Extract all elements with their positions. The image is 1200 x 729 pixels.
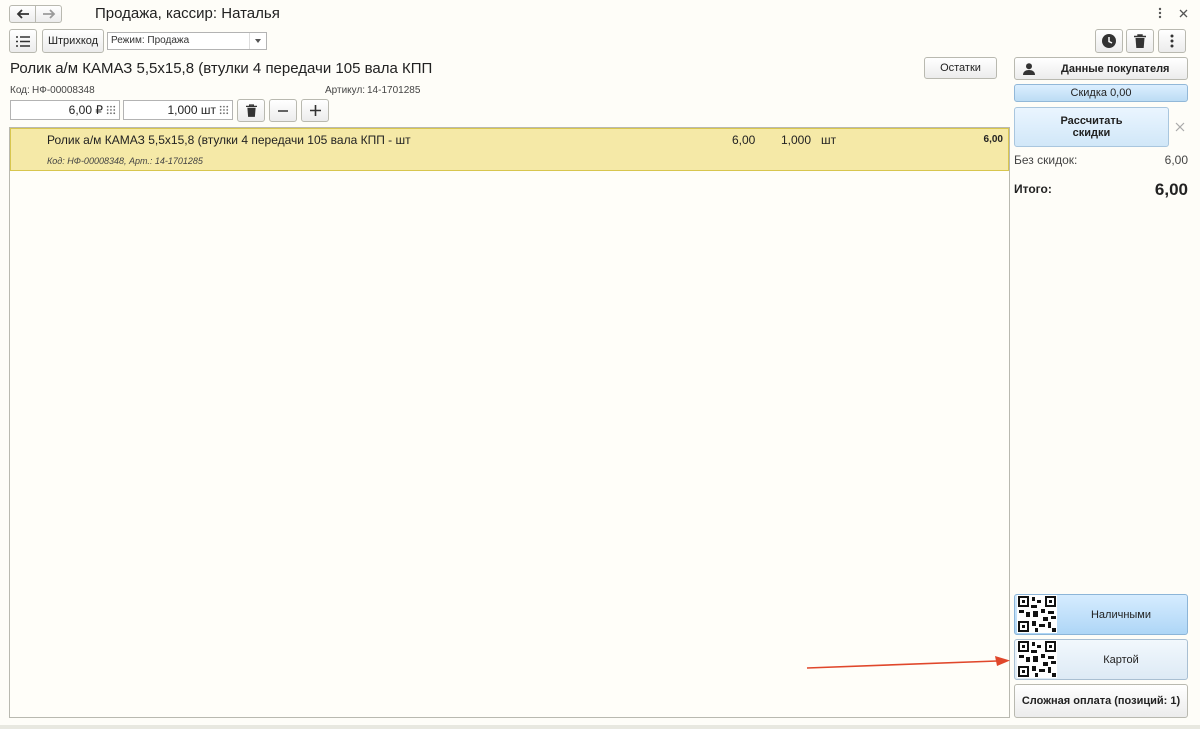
item-subtitle: Код: НФ-00008348, Арт.: 14-1701285 [47,156,203,166]
window-bottom-border [0,725,1200,729]
no-discount-value: 6,00 [1164,153,1188,167]
total-value: 6,00 [1154,180,1188,199]
quantity-input[interactable]: 1,000 шт [123,100,233,120]
discount-button[interactable]: Скидка 0,00 [1014,84,1188,102]
card-payment-label: Картой [1103,653,1139,666]
article-label: Артикул: [325,85,366,96]
forward-button[interactable] [35,5,62,23]
delete-receipt-button[interactable] [1126,29,1154,53]
arrow-right-icon [42,9,55,19]
cash-payment-label: Наличными [1090,608,1152,621]
stock-button[interactable]: Остатки [924,57,997,79]
table-row[interactable]: Ролик а/м КАМАЗ 5,5х15,8 (втулки 4 перед… [10,128,1009,171]
article-value: 14-1701285 [367,85,421,96]
calculate-discounts-line1: Рассчитать [1060,115,1123,127]
code-value: НФ-00008348 [32,85,95,96]
calculate-discounts-button[interactable]: Рассчитать скидки [1014,107,1169,147]
close-icon[interactable] [1176,6,1190,20]
quantity-value: 1,000 шт [167,103,217,117]
list-icon [16,35,30,47]
complex-payment-button[interactable]: Сложная оплата (позиций: 1) [1014,684,1188,718]
product-title: Ролик а/м КАМАЗ 5,5х15,8 (втулки 4 перед… [10,60,433,77]
back-button[interactable] [9,5,36,23]
more-actions-button[interactable] [1158,29,1186,53]
clear-discounts-icon[interactable] [1174,121,1186,133]
clock-icon [1102,34,1116,48]
mode-value: Режим: Продажа [111,35,190,46]
more-vertical-icon [1170,34,1174,48]
customer-data-label: Данные покупателя [1061,62,1170,75]
annotation-arrow [806,656,1010,669]
item-qty: 1,000 [781,133,812,147]
window-title: Продажа, кассир: Наталья [95,5,280,22]
more-menu-icon[interactable] [1154,6,1166,20]
price-value: 6,00 ₽ [68,103,103,117]
mode-select[interactable]: Режим: Продажа [107,32,267,50]
no-discount-label: Без скидок: [1014,153,1078,167]
total-label: Итого: [1014,182,1052,196]
trash-icon [245,104,257,117]
delete-item-button[interactable] [237,99,265,122]
minus-icon [278,109,288,112]
items-table: Ролик а/м КАМАЗ 5,5х15,8 (втулки 4 перед… [9,127,1010,718]
plus-icon [309,105,321,116]
code-label: Код: [10,85,30,96]
price-input[interactable]: 6,00 ₽ [10,100,120,120]
decrease-quantity-button[interactable] [269,99,297,122]
qr-code-icon [1017,640,1057,678]
arrow-left-icon [16,9,29,19]
list-menu-button[interactable] [9,29,37,53]
calculator-icon[interactable] [219,105,229,115]
barcode-button[interactable]: Штрихкод [42,29,104,53]
qr-code-icon [1017,595,1057,633]
calculate-discounts-line2: скидки [1072,127,1111,139]
trash-icon [1134,34,1146,48]
item-price: 6,00 [732,133,756,147]
item-unit: шт [821,133,837,147]
item-sum: 6,00 [983,134,1003,145]
calculator-icon[interactable] [106,105,116,115]
dropdown-icon[interactable] [249,33,266,49]
item-name: Ролик а/м КАМАЗ 5,5х15,8 (втулки 4 перед… [47,133,411,147]
customer-data-button[interactable]: Данные покупателя [1014,57,1188,80]
increase-quantity-button[interactable] [301,99,329,122]
history-button[interactable] [1095,29,1123,53]
user-icon [1023,62,1035,75]
